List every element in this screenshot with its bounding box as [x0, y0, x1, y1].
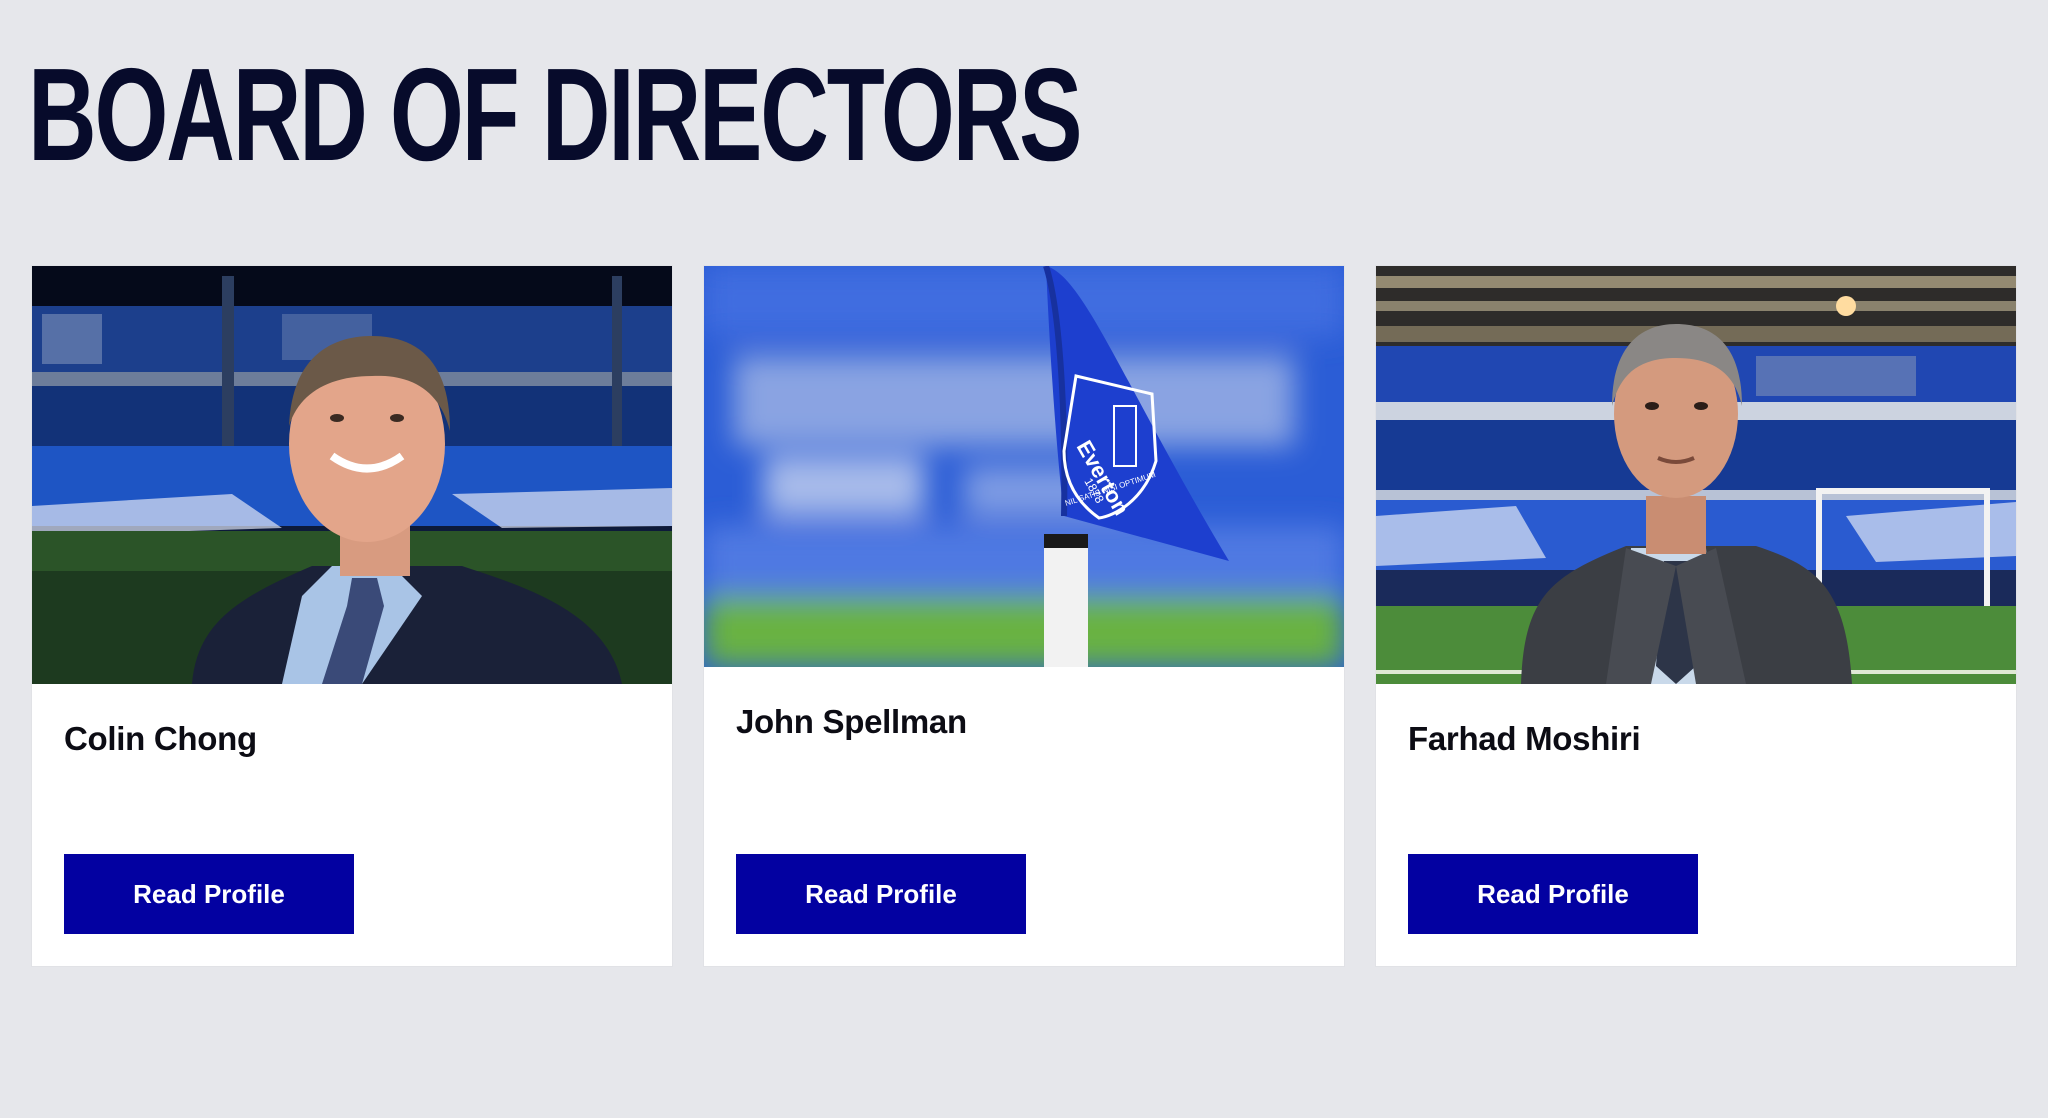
director-photo — [1376, 266, 2016, 684]
director-card: Farhad Moshiri Read Profile — [1376, 266, 2016, 966]
director-name: Farhad Moshiri — [1408, 720, 1641, 757]
director-name: Colin Chong — [64, 720, 257, 757]
director-photo: Everton 1878 NIL SATIS NISI OPTIMUM — [704, 266, 1344, 667]
page-title: BOARD OF DIRECTORS — [28, 41, 1083, 188]
read-profile-button[interactable]: Read Profile — [1408, 854, 1698, 934]
director-card: Everton 1878 NIL SATIS NISI OPTIMUM John… — [704, 266, 1344, 966]
director-photo — [32, 266, 672, 684]
director-card: Colin Chong Read Profile — [32, 266, 672, 966]
read-profile-button[interactable]: Read Profile — [64, 854, 354, 934]
director-name: John Spellman — [736, 703, 967, 740]
directors-grid: Colin Chong Read Profile Everton 1878 NI… — [32, 266, 2016, 966]
read-profile-button[interactable]: Read Profile — [736, 854, 1026, 934]
